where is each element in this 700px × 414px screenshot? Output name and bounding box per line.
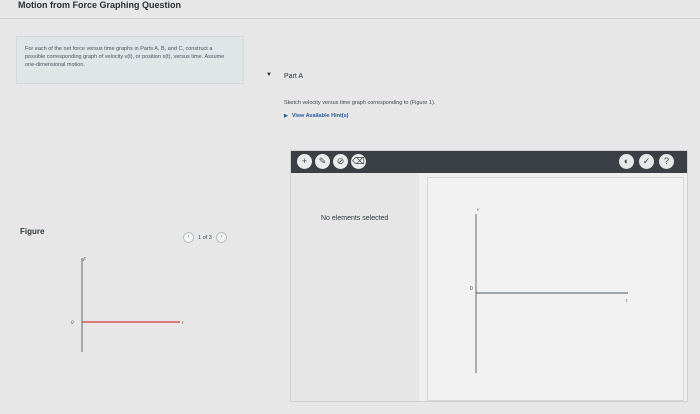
figure-origin-label: 0: [71, 321, 74, 326]
reset-icon[interactable]: ◐: [619, 154, 634, 169]
graphing-tool: + ✎ ⊘ ⌫ ◐ ✓ ? No elements selected v 0 t: [290, 150, 688, 402]
no-element-icon[interactable]: ⊘: [333, 154, 348, 169]
help-icon[interactable]: ?: [659, 154, 674, 169]
delete-icon[interactable]: ⌫: [351, 154, 366, 169]
check-icon[interactable]: ✓: [639, 154, 654, 169]
hint-link-label: View Available Hint(s): [291, 113, 349, 119]
element-properties-pane: No elements selected: [291, 173, 419, 401]
figure-graph: F 0 t: [20, 248, 242, 398]
part-label: Part A: [284, 73, 304, 80]
canvas-origin-label: 0: [470, 286, 473, 292]
figure-x-label: t: [182, 321, 184, 326]
page-title: Motion from Force Graphing Question: [18, 0, 181, 10]
figure-y-label: F: [82, 258, 87, 263]
graph-canvas[interactable]: v 0 t: [427, 177, 684, 401]
header-divider: [0, 18, 700, 19]
prev-figure-button[interactable]: ‹: [183, 232, 194, 243]
canvas-y-label: v: [477, 208, 480, 213]
collapse-part-icon[interactable]: ▼: [266, 72, 272, 78]
selection-status: No elements selected: [321, 215, 389, 222]
next-figure-button[interactable]: ›: [215, 232, 227, 243]
figure-pager: ‹ 1 of 3 ›: [183, 232, 227, 243]
figure-label: Figure: [20, 227, 45, 236]
intro-box: For each of the net force versus time gr…: [16, 36, 244, 84]
add-element-icon[interactable]: +: [297, 154, 312, 169]
intro-text: For each of the net force versus time gr…: [25, 46, 225, 68]
expand-hint-icon: ▶: [284, 113, 288, 119]
view-hints-link[interactable]: ▶ View Available Hint(s): [284, 113, 349, 119]
draw-line-icon[interactable]: ✎: [315, 154, 330, 169]
pager-text: 1 of 3: [198, 234, 212, 241]
part-instruction: Sketch velocity versus time graph corres…: [284, 100, 436, 106]
graph-toolbar: + ✎ ⊘ ⌫ ◐ ✓ ?: [291, 151, 687, 173]
canvas-x-label: t: [626, 299, 628, 304]
